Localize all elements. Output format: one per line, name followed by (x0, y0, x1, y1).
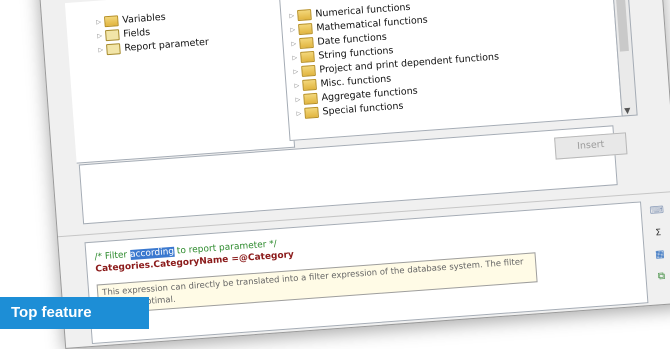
tree-item-fields[interactable]: ▷ Fields (97, 27, 151, 42)
insert-field-icon[interactable]: ⌨ (647, 204, 666, 219)
folder-icon (297, 9, 312, 22)
folder-icon (301, 64, 316, 77)
sum-icon[interactable]: Σ (649, 226, 668, 241)
tree-item-variables[interactable]: ▷ Variables (96, 12, 166, 28)
table-icon (105, 29, 120, 42)
expression-editor[interactable]: /* Filter according to report parameter … (84, 201, 649, 345)
comment-text: /* Filter (94, 250, 131, 263)
folder-icon (298, 23, 313, 36)
report-icon (106, 43, 121, 56)
copy-icon[interactable]: ⧉ (652, 269, 670, 284)
top-feature-banner: Top feature (0, 297, 149, 329)
folder-icon (304, 106, 319, 119)
selected-text: according (129, 246, 175, 260)
insert-button[interactable]: Insert (554, 132, 628, 160)
tree-item-label: Special functions (322, 100, 404, 118)
table-icon[interactable]: ▦ (650, 248, 669, 263)
folder-icon (300, 50, 315, 63)
scroll-thumb[interactable] (615, 0, 629, 52)
folder-icon (303, 92, 318, 105)
functions-tree: ▷ Numerical functions ▷ Mathematical funct… (279, 0, 623, 142)
variables-tree: ▷ Variables ▷ Fields ▷ Report parameter (64, 0, 296, 164)
folder-icon (302, 78, 317, 91)
tree-item-label: Fields (122, 26, 151, 40)
folder-icon (299, 37, 314, 50)
tree-item-label: Report parameter (123, 36, 210, 54)
tree-item-label: Date functions (317, 31, 388, 48)
tree-item-label: Variables (121, 11, 167, 26)
folder-icon (103, 15, 119, 28)
scroll-down-icon[interactable]: ▼ (624, 106, 631, 115)
